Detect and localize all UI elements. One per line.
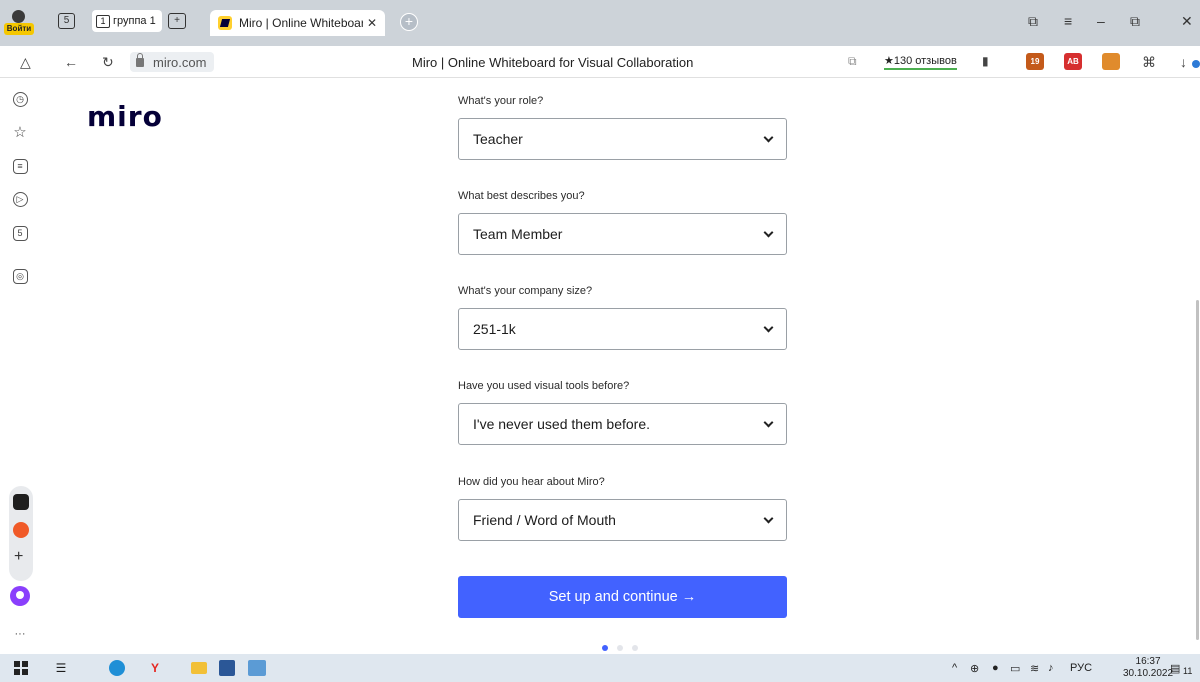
back-icon[interactable]: ← xyxy=(64,54,78,70)
chevron-down-icon xyxy=(763,132,774,142)
clock-time: 16:37 xyxy=(1135,656,1161,667)
bell-icon[interactable]: △ xyxy=(20,54,31,71)
ext-badge-19-icon[interactable]: 19 xyxy=(1026,53,1044,70)
translate-icon[interactable]: ⧉ xyxy=(848,54,857,69)
new-tab-button[interactable]: + xyxy=(400,13,418,31)
reload-icon[interactable]: ↻ xyxy=(102,54,114,71)
tray-expand-icon[interactable]: ^ xyxy=(952,662,957,674)
miro-logo[interactable]: miro xyxy=(87,100,163,133)
close-window-icon[interactable]: ✕ xyxy=(1181,13,1193,30)
microphone-icon[interactable]: ● xyxy=(992,662,999,674)
restore-icon[interactable]: ⧉ xyxy=(1130,13,1140,30)
ext-adblock-icon[interactable]: AB xyxy=(1064,53,1082,70)
tray-app-icon[interactable]: ⊕ xyxy=(970,662,979,675)
url-field[interactable]: miro.com xyxy=(130,52,215,72)
avatar-icon xyxy=(12,10,25,23)
bookmark-icon[interactable]: ▮ xyxy=(982,54,989,68)
notifications-count: 11 xyxy=(1183,666,1193,676)
visual-tools-select[interactable]: I've never used them before. xyxy=(458,403,787,445)
downloads-badge xyxy=(1192,60,1200,68)
tab-title: Miro | Online Whiteboar xyxy=(239,16,363,30)
alice-assistant-icon[interactable] xyxy=(10,586,30,606)
describes-label: What best describes you? xyxy=(458,190,585,202)
sidebar-apps: + xyxy=(9,486,33,581)
extensions-icon[interactable]: ⌘ xyxy=(1142,54,1156,71)
counter-icon[interactable]: 5 xyxy=(9,222,31,244)
browser-sidebar: ◷ ☆ ≡ ▷ 5 ◎ + ··· xyxy=(0,78,40,654)
chevron-down-icon xyxy=(763,513,774,523)
word-icon[interactable] xyxy=(218,659,236,677)
menu-icon[interactable]: ≡ xyxy=(1064,13,1072,29)
minimize-icon[interactable]: – xyxy=(1097,13,1105,29)
reviews-link[interactable]: ★130 отзывов xyxy=(884,54,957,70)
windows-taskbar: ☰ Y ^ ⊕ ● ▭ ≋ ♪ РУС 16:37 30.10.2022 ▤ 1… xyxy=(0,654,1200,682)
visual-tools-label: Have you used visual tools before? xyxy=(458,380,630,392)
pagination-dot-2[interactable] xyxy=(617,645,623,651)
paint-icon[interactable] xyxy=(248,659,266,677)
login-label: Войти xyxy=(4,23,34,35)
describes-value: Team Member xyxy=(473,226,563,242)
yandex-browser-icon[interactable]: Y xyxy=(146,659,164,677)
profile-button[interactable]: Войти xyxy=(4,10,34,38)
page-title: Miro | Online Whiteboard for Visual Coll… xyxy=(412,55,694,70)
new-group-icon[interactable]: + xyxy=(168,11,186,31)
visual-tools-value: I've never used them before. xyxy=(473,416,650,432)
ext-fox-icon[interactable] xyxy=(1102,53,1120,70)
url-text: miro.com xyxy=(153,54,207,70)
history-icon[interactable]: ◷ xyxy=(9,88,31,110)
describes-select[interactable]: Team Member xyxy=(458,213,787,255)
miro-favicon-icon xyxy=(218,16,232,30)
edge-icon[interactable] xyxy=(108,659,126,677)
tab-miro[interactable]: Miro | Online Whiteboar ✕ xyxy=(210,10,385,36)
tab-group[interactable]: 1 группа 1 xyxy=(92,10,162,32)
pagination-dot-1[interactable] xyxy=(602,645,608,651)
volume-icon[interactable]: ♪ xyxy=(1048,662,1054,674)
lock-icon xyxy=(136,52,144,67)
setup-continue-button[interactable]: Set up and continue → xyxy=(458,576,787,618)
notifications-icon[interactable]: ▤ xyxy=(1170,662,1180,675)
close-tab-icon[interactable]: ✕ xyxy=(367,16,377,30)
tabs-icon[interactable]: ⧉ xyxy=(1028,13,1038,30)
role-value: Teacher xyxy=(473,131,523,147)
company-size-label: What's your company size? xyxy=(458,285,593,297)
chat-app-icon[interactable] xyxy=(13,494,29,510)
company-size-value: 251-1k xyxy=(473,321,516,337)
market-app-icon[interactable] xyxy=(13,522,29,538)
file-explorer-icon[interactable] xyxy=(190,659,208,677)
play-icon[interactable]: ▷ xyxy=(9,188,31,210)
pagination-dot-3[interactable] xyxy=(632,645,638,651)
wifi-icon[interactable]: ≋ xyxy=(1030,662,1039,675)
downloads-icon[interactable]: ↓ xyxy=(1180,54,1187,70)
role-select[interactable]: Teacher xyxy=(458,118,787,160)
scrollbar-thumb[interactable] xyxy=(1196,300,1199,640)
chevron-down-icon xyxy=(763,227,774,237)
language-indicator[interactable]: РУС xyxy=(1070,662,1092,674)
star-icon[interactable]: ☆ xyxy=(9,121,31,143)
tab-counter[interactable]: 5 xyxy=(58,11,75,31)
address-bar: △ ← ↻ miro.com Miro | Online Whiteboard … xyxy=(0,46,1200,78)
clock[interactable]: 16:37 30.10.2022 xyxy=(1123,656,1173,680)
chevron-down-icon xyxy=(763,417,774,427)
referral-label: How did you hear about Miro? xyxy=(458,476,605,488)
add-app-icon[interactable]: + xyxy=(14,548,23,566)
more-icon[interactable]: ··· xyxy=(9,623,31,645)
company-size-select[interactable]: 251-1k xyxy=(458,308,787,350)
referral-value: Friend / Word of Mouth xyxy=(473,512,616,528)
windows-start-icon[interactable] xyxy=(12,659,30,677)
chevron-down-icon xyxy=(763,322,774,332)
role-label: What's your role? xyxy=(458,95,544,107)
clock-date: 30.10.2022 xyxy=(1123,668,1174,679)
screenshot-icon[interactable]: ◎ xyxy=(9,265,31,287)
referral-select[interactable]: Friend / Word of Mouth xyxy=(458,499,787,541)
collections-icon[interactable]: ≡ xyxy=(9,155,31,177)
browser-tab-bar: Войти 5 1 группа 1 + Miro | Online White… xyxy=(0,0,1200,46)
task-view-icon[interactable]: ☰ xyxy=(52,659,70,677)
tab-group-count: 1 xyxy=(96,14,110,28)
battery-icon[interactable]: ▭ xyxy=(1010,662,1020,675)
tab-group-label: группа 1 xyxy=(113,15,156,27)
pagination-dots xyxy=(602,645,638,651)
